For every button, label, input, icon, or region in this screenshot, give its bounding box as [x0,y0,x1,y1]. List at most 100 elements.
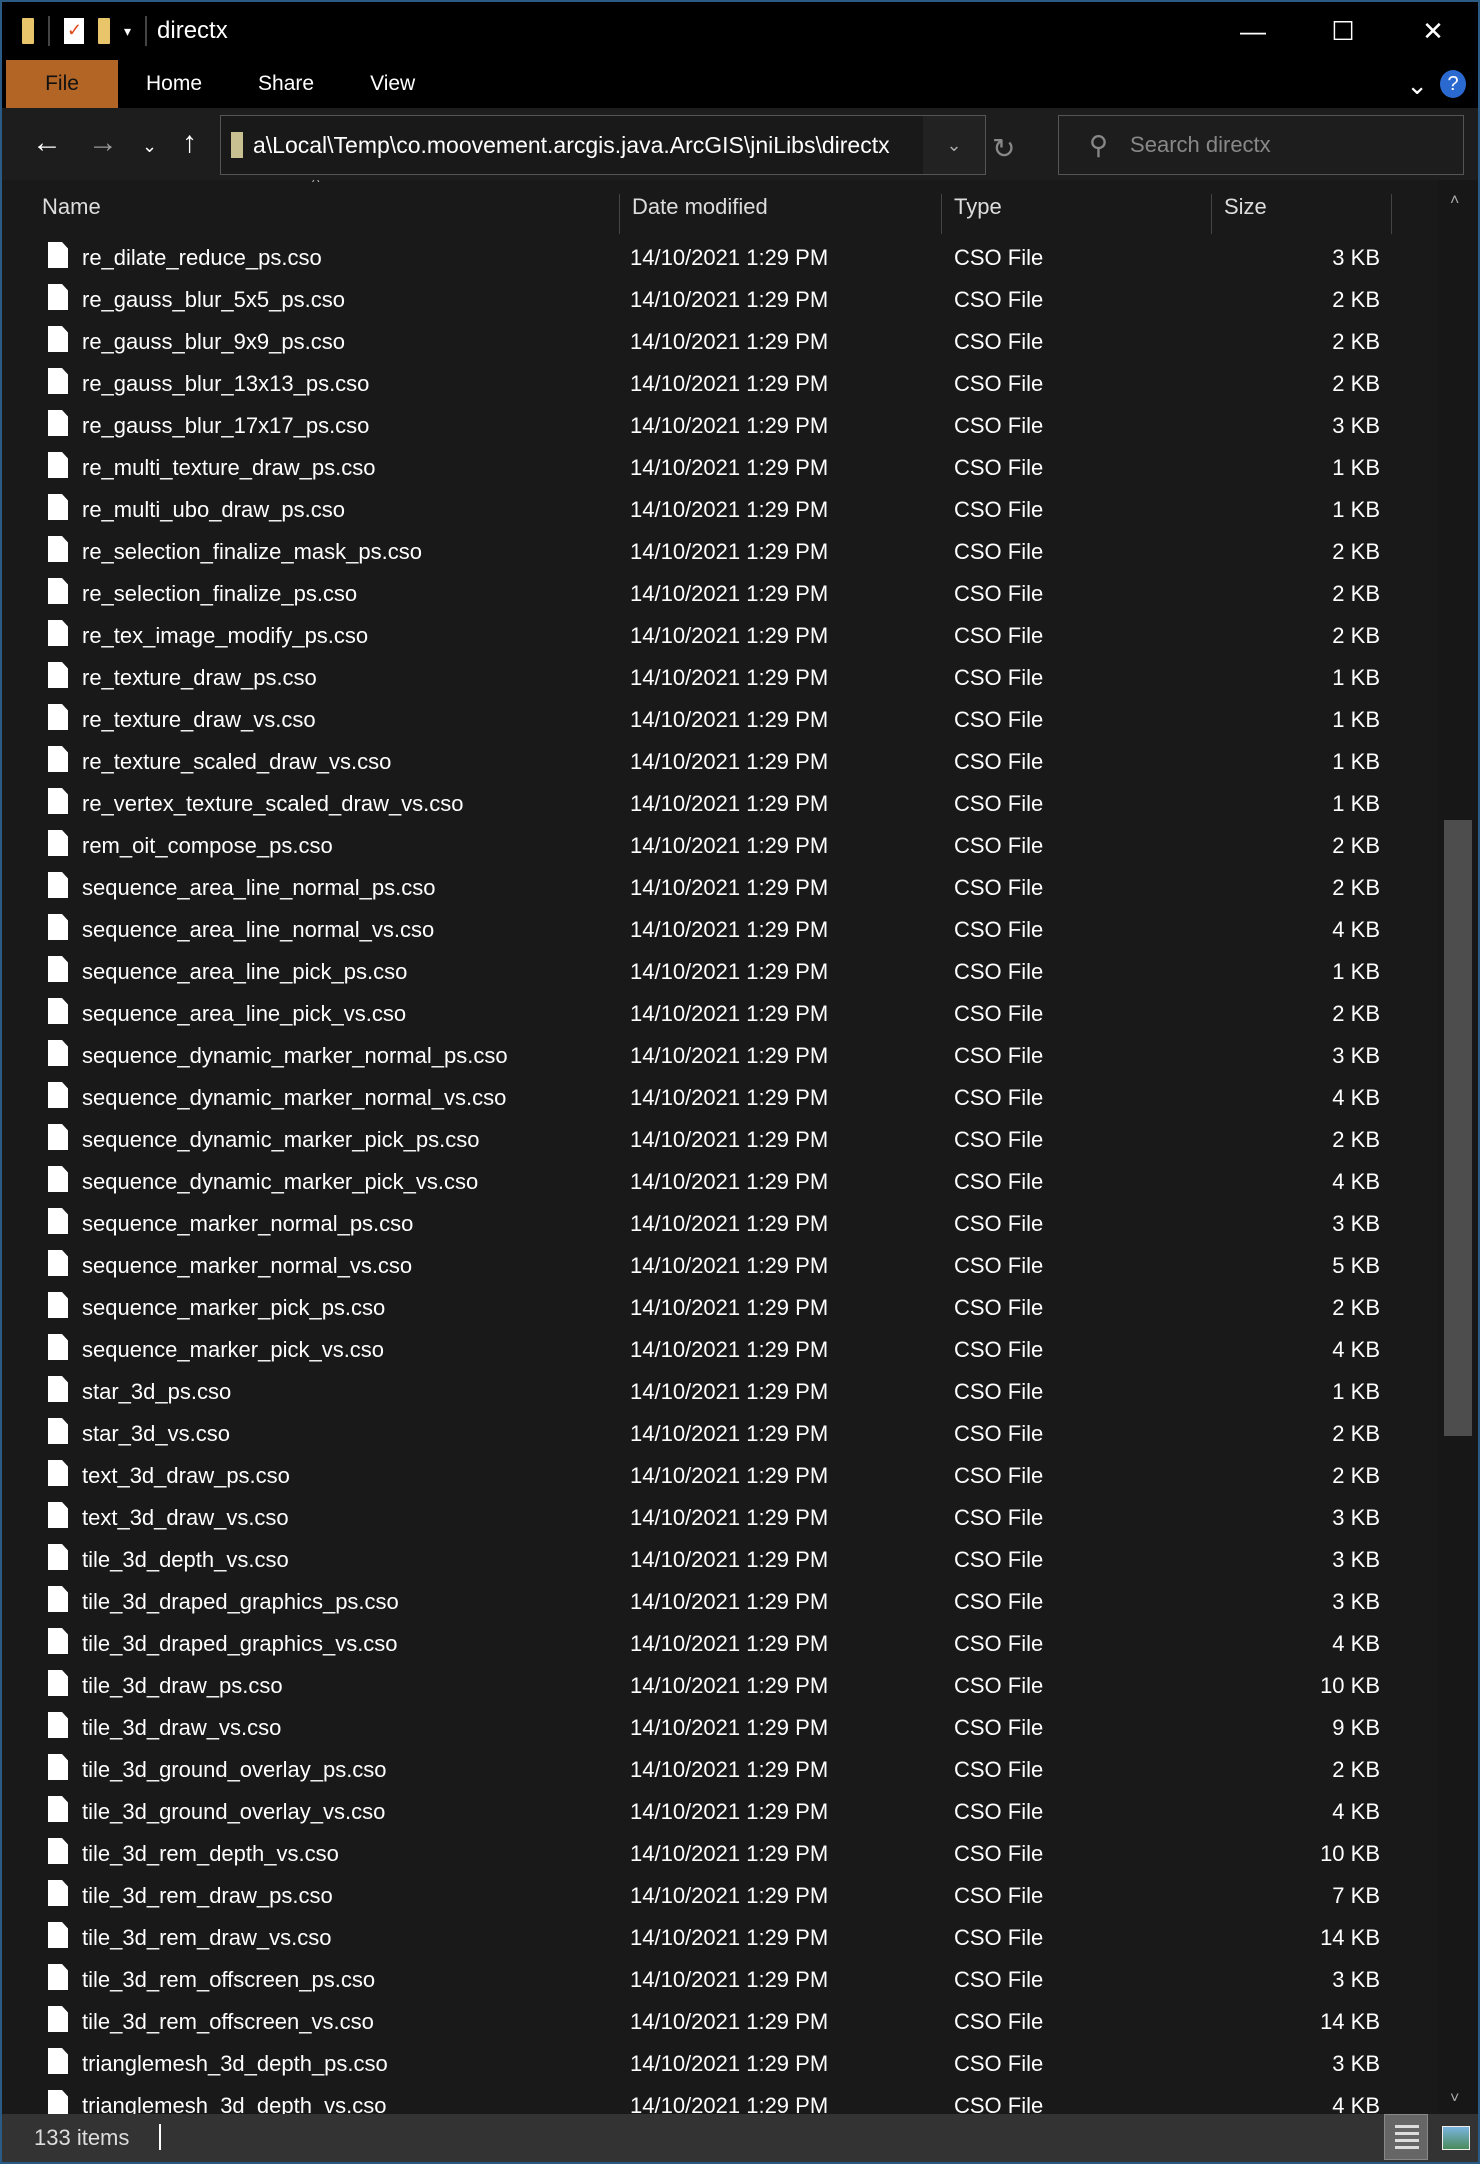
tab-share[interactable]: Share [230,60,342,108]
file-type: CSO File [954,1295,1044,1320]
scrollbar-thumb[interactable] [1444,820,1472,1436]
file-name: star_3d_vs.cso [82,1421,230,1446]
tab-file[interactable]: File [6,60,118,108]
close-button[interactable]: ✕ [1388,2,1478,60]
file-type: CSO File [954,1757,1044,1782]
file-row[interactable]: sequence_dynamic_marker_normal_vs.cso 14… [2,1076,1402,1118]
file-size: 2 KB [1332,1127,1380,1152]
file-icon [48,536,68,562]
recent-locations-button[interactable]: ⌄ [142,136,157,157]
address-dropdown-button[interactable]: ⌄ [923,116,985,174]
minimize-button[interactable]: — [1208,2,1298,60]
file-row[interactable]: re_texture_draw_vs.cso 14/10/2021 1:29 P… [2,698,1402,740]
file-row[interactable]: re_multi_ubo_draw_ps.cso 14/10/2021 1:29… [2,488,1402,530]
address-path[interactable]: a\Local\Temp\co.moovement.arcgis.java.Ar… [253,132,890,159]
maximize-button[interactable]: ☐ [1298,2,1388,60]
file-date: 14/10/2021 1:29 PM [630,1673,829,1698]
file-row[interactable]: sequence_marker_normal_vs.cso 14/10/2021… [2,1244,1402,1286]
file-row[interactable]: tile_3d_draw_vs.cso 14/10/2021 1:29 PM C… [2,1706,1402,1748]
scroll-down-icon[interactable]: ˅ [1450,2090,1459,2108]
file-row[interactable]: trianglemesh_3d_depth_ps.cso 14/10/2021 … [2,2042,1402,2084]
file-icon [48,998,68,1024]
back-button[interactable]: ← [32,126,62,160]
file-row[interactable]: sequence_marker_pick_vs.cso 14/10/2021 1… [2,1328,1402,1370]
details-view-button[interactable] [1384,2114,1428,2160]
file-row[interactable]: re_gauss_blur_17x17_ps.cso 14/10/2021 1:… [2,404,1402,446]
file-date: 14/10/2021 1:29 PM [630,1841,829,1866]
file-row[interactable]: re_vertex_texture_scaled_draw_vs.cso 14/… [2,782,1402,824]
help-icon[interactable]: ? [1440,70,1466,98]
file-row[interactable]: tile_3d_rem_offscreen_ps.cso 14/10/2021 … [2,1958,1402,2000]
file-size: 10 KB [1320,1673,1380,1698]
file-row[interactable]: re_gauss_blur_9x9_ps.cso 14/10/2021 1:29… [2,320,1402,362]
file-row[interactable]: sequence_marker_normal_ps.cso 14/10/2021… [2,1202,1402,1244]
file-date: 14/10/2021 1:29 PM [630,1799,829,1824]
file-row[interactable]: text_3d_draw_ps.cso 14/10/2021 1:29 PM C… [2,1454,1402,1496]
file-size: 10 KB [1320,1841,1380,1866]
file-date: 14/10/2021 1:29 PM [630,1001,829,1026]
file-row[interactable]: tile_3d_draped_graphics_vs.cso 14/10/202… [2,1622,1402,1664]
expand-ribbon-icon[interactable]: ⌄ [1406,70,1428,101]
file-row[interactable]: sequence_area_line_pick_ps.cso 14/10/202… [2,950,1402,992]
file-date: 14/10/2021 1:29 PM [630,1757,829,1782]
column-header-name[interactable]: Name [30,194,620,234]
file-size: 1 KB [1332,959,1380,984]
search-input[interactable]: ⚲ Search directx [1058,115,1464,175]
file-date: 14/10/2021 1:29 PM [630,287,829,312]
refresh-button[interactable]: ↻ [992,132,1015,165]
file-row[interactable]: sequence_dynamic_marker_pick_vs.cso 14/1… [2,1160,1402,1202]
new-folder-icon[interactable] [98,18,110,44]
file-size: 2 KB [1332,539,1380,564]
file-row[interactable]: re_gauss_blur_13x13_ps.cso 14/10/2021 1:… [2,362,1402,404]
file-row[interactable]: trianglemesh_3d_depth_vs.cso 14/10/2021 … [2,2084,1402,2114]
file-size: 2 KB [1332,1001,1380,1026]
file-row[interactable]: re_dilate_reduce_ps.cso 14/10/2021 1:29 … [2,236,1402,278]
vertical-scrollbar[interactable]: ˄ ˅ [1438,180,1478,2114]
file-row[interactable]: rem_oit_compose_ps.cso 14/10/2021 1:29 P… [2,824,1402,866]
file-size: 3 KB [1332,1589,1380,1614]
file-row[interactable]: re_gauss_blur_5x5_ps.cso 14/10/2021 1:29… [2,278,1402,320]
file-row[interactable]: tile_3d_rem_depth_vs.cso 14/10/2021 1:29… [2,1832,1402,1874]
file-row[interactable]: sequence_area_line_pick_vs.cso 14/10/202… [2,992,1402,1034]
file-row[interactable]: tile_3d_ground_overlay_ps.cso 14/10/2021… [2,1748,1402,1790]
column-header-size[interactable]: Size [1212,194,1392,234]
file-row[interactable]: tile_3d_depth_vs.cso 14/10/2021 1:29 PM … [2,1538,1402,1580]
column-header-date[interactable]: Date modified [620,194,942,234]
file-row[interactable]: star_3d_ps.cso 14/10/2021 1:29 PM CSO Fi… [2,1370,1402,1412]
file-row[interactable]: re_multi_texture_draw_ps.cso 14/10/2021 … [2,446,1402,488]
properties-icon[interactable] [64,18,84,44]
address-bar[interactable]: a\Local\Temp\co.moovement.arcgis.java.Ar… [220,115,986,175]
file-row[interactable]: tile_3d_draw_ps.cso 14/10/2021 1:29 PM C… [2,1664,1402,1706]
file-row[interactable]: tile_3d_rem_offscreen_vs.cso 14/10/2021 … [2,2000,1402,2042]
file-row[interactable]: re_tex_image_modify_ps.cso 14/10/2021 1:… [2,614,1402,656]
file-row[interactable]: re_texture_draw_ps.cso 14/10/2021 1:29 P… [2,656,1402,698]
file-row[interactable]: tile_3d_draped_graphics_ps.cso 14/10/202… [2,1580,1402,1622]
tab-home[interactable]: Home [118,60,230,108]
tab-view[interactable]: View [342,60,443,108]
file-row[interactable]: re_texture_scaled_draw_vs.cso 14/10/2021… [2,740,1402,782]
file-row[interactable]: sequence_dynamic_marker_normal_ps.cso 14… [2,1034,1402,1076]
file-size: 4 KB [1332,917,1380,942]
column-header-type[interactable]: Type [942,194,1212,234]
customize-dropdown-icon[interactable]: ▾ [124,23,131,40]
file-row[interactable]: tile_3d_rem_draw_vs.cso 14/10/2021 1:29 … [2,1916,1402,1958]
up-button[interactable]: ↑ [182,126,197,160]
file-row[interactable]: text_3d_draw_vs.cso 14/10/2021 1:29 PM C… [2,1496,1402,1538]
file-date: 14/10/2021 1:29 PM [630,1421,829,1446]
file-row[interactable]: sequence_marker_pick_ps.cso 14/10/2021 1… [2,1286,1402,1328]
scroll-up-icon[interactable]: ˄ [1450,192,1459,210]
file-row[interactable]: sequence_area_line_normal_ps.cso 14/10/2… [2,866,1402,908]
file-size: 14 KB [1320,2009,1380,2034]
file-row[interactable]: sequence_dynamic_marker_pick_ps.cso 14/1… [2,1118,1402,1160]
file-row[interactable]: sequence_area_line_normal_vs.cso 14/10/2… [2,908,1402,950]
forward-button[interactable]: → [88,126,118,160]
file-row[interactable]: re_selection_finalize_ps.cso 14/10/2021 … [2,572,1402,614]
large-icons-view-button[interactable] [1442,2126,1470,2150]
file-icon [48,368,68,394]
file-row[interactable]: star_3d_vs.cso 14/10/2021 1:29 PM CSO Fi… [2,1412,1402,1454]
file-date: 14/10/2021 1:29 PM [630,623,829,648]
file-row[interactable]: re_selection_finalize_mask_ps.cso 14/10/… [2,530,1402,572]
file-row[interactable]: tile_3d_rem_draw_ps.cso 14/10/2021 1:29 … [2,1874,1402,1916]
file-row[interactable]: tile_3d_ground_overlay_vs.cso 14/10/2021… [2,1790,1402,1832]
file-name: sequence_dynamic_marker_pick_ps.cso [82,1127,480,1152]
